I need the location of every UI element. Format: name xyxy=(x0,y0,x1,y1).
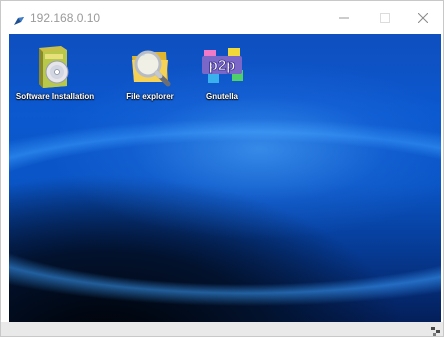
desktop-icon-gnutella[interactable]: p2p Gnutella xyxy=(177,42,267,102)
resize-grip-icon[interactable] xyxy=(431,324,441,336)
folder-magnifier-icon xyxy=(132,50,171,87)
remote-desktop[interactable]: Software Installation File explorer p2p xyxy=(9,34,441,322)
maximize-button[interactable] xyxy=(365,1,405,34)
window-title: 192.168.0.10 xyxy=(30,11,101,25)
minimize-button[interactable] xyxy=(324,1,364,34)
software-box-icon xyxy=(39,46,69,88)
svg-text:p2p: p2p xyxy=(209,57,236,74)
minimize-icon xyxy=(339,17,349,18)
remote-desktop-window: 192.168.0.10 Software Installation File … xyxy=(0,0,444,337)
p2p-cubes-icon: p2p xyxy=(202,48,243,83)
close-button[interactable] xyxy=(403,1,443,34)
titlebar[interactable]: 192.168.0.10 xyxy=(1,1,443,34)
desktop-icon-label: Gnutella xyxy=(205,92,238,101)
statusbar xyxy=(1,322,443,336)
desktop-icon-software-installation[interactable]: Software Installation xyxy=(10,42,100,102)
maximize-icon xyxy=(380,12,390,23)
close-icon xyxy=(418,12,428,23)
remote-app-icon xyxy=(13,13,25,25)
desktop-icon-label: Software Installation xyxy=(15,92,95,101)
